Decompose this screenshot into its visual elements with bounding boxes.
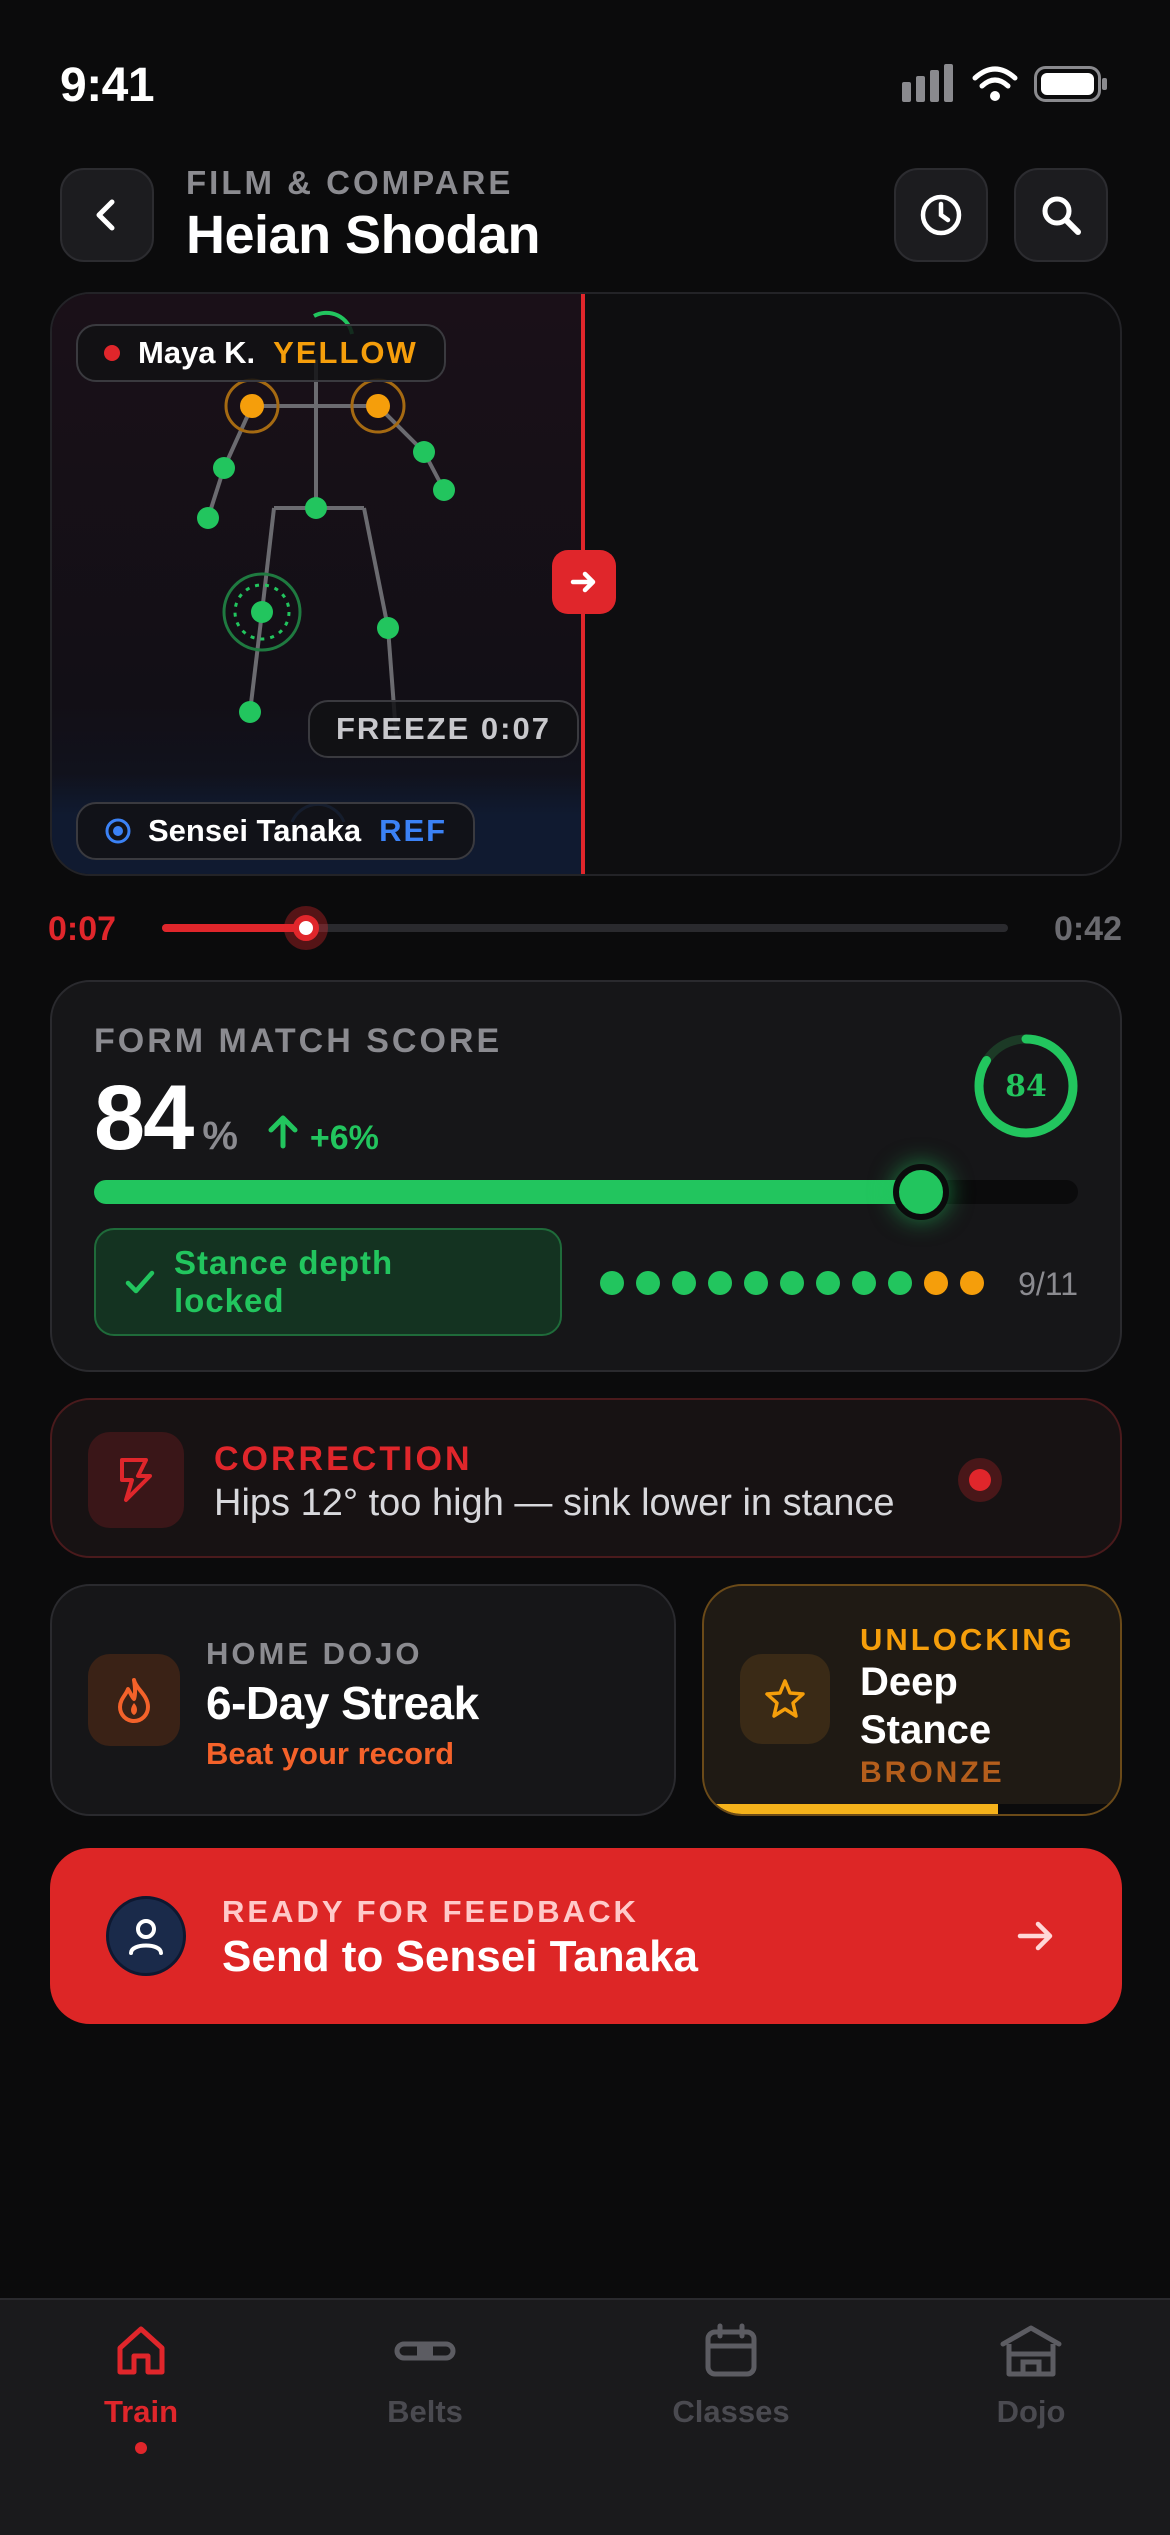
cta-title: Send to Sensei Tanaka (222, 1932, 699, 1981)
reference-chip: Sensei Tanaka REF (76, 802, 476, 860)
streak-card[interactable]: HOME DOJO 6-Day Streak Beat your record (50, 1584, 676, 1816)
home-icon (117, 2326, 165, 2375)
unlock-title-line2: Stance (860, 1708, 992, 1752)
stance-chip: Stance depth locked (94, 1228, 562, 1336)
cta-eyebrow: READY FOR FEEDBACK (222, 1894, 639, 1929)
tab-belts-label: Belts (387, 2394, 463, 2429)
home-indicator (450, 2505, 720, 2515)
unlock-title-line1: Deep (860, 1660, 958, 1704)
checkpoint-dot-pending (960, 1271, 984, 1295)
score-row: 84 % +6% (94, 1066, 379, 1171)
correction-label: CORRECTION (214, 1440, 473, 1478)
chevron-left-icon (96, 199, 115, 231)
tab-classes-label: Classes (672, 2394, 790, 2429)
score-delta: +6% (309, 1119, 379, 1157)
check-icon (125, 1270, 155, 1294)
search-icon (1042, 196, 1081, 235)
checkpoint-dot-complete (708, 1271, 732, 1295)
correction-text: Hips 12° too high — sink lower in stance (214, 1482, 895, 1524)
flame-icon (118, 1678, 150, 1723)
score-unit: % (202, 1114, 238, 1158)
sensei-avatar (106, 1896, 186, 1976)
correction-icon-tile (88, 1432, 184, 1528)
calendar-icon (705, 2323, 757, 2377)
status-time: 9:41 (60, 59, 155, 112)
score-ring: 84 (972, 1032, 1080, 1140)
current-time: 0:07 (48, 910, 117, 948)
stance-chip-label: Stance depth locked (174, 1244, 394, 1319)
page-title: Heian Shodan (186, 205, 541, 265)
header-eyebrow: FILM & COMPARE (186, 164, 514, 201)
clock-icon (920, 194, 962, 236)
target-icon (105, 818, 131, 844)
tab-dojo[interactable]: Dojo (906, 2322, 1156, 2430)
checkpoint-dot-complete (780, 1271, 804, 1295)
freeze-chip: FREEZE 0:07 (308, 700, 579, 758)
student-belt: YELLOW (273, 335, 418, 370)
unlock-icon-tile (740, 1654, 830, 1744)
checkpoint-dot-complete (816, 1271, 840, 1295)
checkpoint-dot-complete (744, 1271, 768, 1295)
reference-tag: REF (379, 813, 448, 848)
lightning-icon (120, 1458, 152, 1502)
streak-title: 6-Day Streak (206, 1677, 479, 1729)
tab-train[interactable]: Train (16, 2322, 266, 2454)
search-button[interactable] (1014, 168, 1108, 262)
unlock-title: Deep Stance (860, 1658, 991, 1754)
scrubber-thumb[interactable] (283, 906, 328, 950)
checkpoint-dot-complete (852, 1271, 876, 1295)
score-bar-fill (94, 1180, 921, 1204)
unlock-label: UNLOCKING (860, 1622, 1075, 1657)
star-icon (765, 1679, 805, 1718)
unlock-tier: BRONZE (860, 1756, 1005, 1789)
checkpoint-dots (600, 1270, 996, 1296)
active-tab-indicator (135, 2442, 147, 2454)
wifi-icon (972, 66, 1018, 102)
scrubber-track[interactable] (162, 906, 1008, 950)
score-value: 84 (94, 1067, 194, 1169)
streak-subtitle: Beat your record (206, 1736, 455, 1771)
checkpoint-dot-complete (636, 1271, 660, 1295)
reference-name: Sensei Tanaka (148, 813, 362, 848)
unlock-card[interactable]: UNLOCKING Deep Stance BRONZE (702, 1584, 1122, 1816)
arrow-right-icon (570, 571, 596, 593)
battery-icon (1034, 66, 1108, 102)
arrow-up-icon (268, 1115, 298, 1149)
alert-dot (958, 1458, 1002, 1502)
send-feedback-button[interactable]: READY FOR FEEDBACK Send to Sensei Tanaka (50, 1848, 1122, 2024)
tab-dojo-label: Dojo (996, 2394, 1066, 2429)
arrow-right-icon (1017, 1921, 1053, 1951)
checkpoint-dot-complete (672, 1271, 696, 1295)
user-icon (129, 1919, 163, 1955)
score-ring-value: 84 (1005, 1068, 1047, 1104)
signal-icon (900, 64, 956, 104)
history-button[interactable] (894, 168, 988, 262)
score-bar-track (94, 1164, 1078, 1220)
tab-classes[interactable]: Classes (606, 2322, 856, 2430)
score-label: FORM MATCH SCORE (94, 1022, 503, 1060)
belt-icon (394, 2341, 456, 2361)
form-score-card: FORM MATCH SCORE 84 % +6% 84 Stance dept… (50, 980, 1122, 1372)
streak-icon-tile (88, 1654, 180, 1746)
checkpoint-dot-complete (888, 1271, 912, 1295)
back-button[interactable] (60, 168, 154, 262)
total-time: 0:42 (1053, 910, 1122, 948)
checkpoint-dot-pending (924, 1271, 948, 1295)
checkpoint-count: 9/11 (1018, 1266, 1078, 1302)
recording-dot (104, 345, 120, 361)
tab-belts[interactable]: Belts (300, 2322, 550, 2430)
tab-train-label: Train (103, 2394, 179, 2429)
student-chip: Maya K. YELLOW (76, 324, 446, 382)
checkpoint-dot-complete (600, 1271, 624, 1295)
unlock-progress-track (704, 1804, 1120, 1814)
dojo-icon (1000, 2325, 1062, 2377)
student-name: Maya K. (138, 335, 256, 370)
unlock-progress-fill (704, 1804, 998, 1814)
divider-handle[interactable] (552, 550, 616, 614)
score-bar-knob (892, 1164, 949, 1220)
correction-card[interactable]: CORRECTION Hips 12° too high — sink lowe… (50, 1398, 1122, 1558)
video-compare-panel[interactable]: Maya K. YELLOW FREEZE 0:07 Sensei Tanaka… (50, 292, 1122, 876)
streak-label: HOME DOJO (206, 1636, 423, 1671)
